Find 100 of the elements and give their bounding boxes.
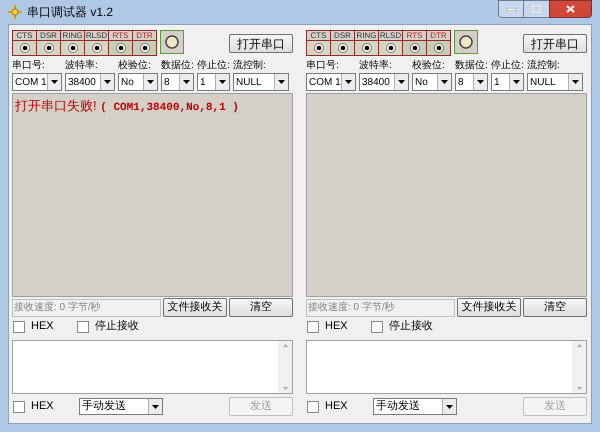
signal-led-icon	[434, 43, 444, 53]
receive-area[interactable]: 打开串口失败! ( COM1,38400,No,8,1 )	[12, 93, 293, 297]
setting-dropdown[interactable]: 38400	[359, 73, 409, 91]
setting-label: 校验位:	[412, 60, 446, 72]
setting-dropdown[interactable]: COM 1	[306, 73, 356, 91]
signal-label: DTR	[133, 31, 156, 40]
checkbox[interactable]	[371, 320, 383, 332]
setting-dropdown[interactable]: No	[412, 73, 452, 91]
signal-label: RLSD	[379, 31, 402, 40]
signal-label: RLSD	[85, 31, 108, 40]
send-text-area[interactable]	[306, 340, 587, 394]
setting-dropdown[interactable]: 1	[491, 73, 524, 91]
dropdown-arrow-button[interactable]	[148, 399, 162, 414]
dropdown-arrow-button[interactable]	[215, 74, 229, 90]
caret-icon	[51, 80, 58, 84]
signal-led-icon	[410, 43, 420, 53]
caret-icon	[446, 404, 453, 408]
setting-label: 停止位:	[491, 60, 524, 72]
setting-label: 流控制:	[233, 60, 267, 72]
signal-label: RING	[61, 31, 84, 40]
dropdown-arrow-button[interactable]	[274, 74, 288, 90]
checkbox[interactable]	[307, 400, 319, 412]
signal-led-icon	[20, 43, 30, 53]
signal-label: CTS	[307, 31, 330, 40]
signal-label: RTS	[403, 31, 426, 40]
status-lamp-icon	[459, 35, 473, 49]
caret-icon	[219, 80, 226, 84]
minimize-icon	[506, 8, 516, 10]
setting-label: 串口号:	[12, 60, 46, 72]
send-text-area[interactable]	[12, 340, 293, 394]
signal-label: CTS	[13, 31, 36, 40]
dropdown-arrow-button[interactable]	[394, 74, 408, 90]
file-receive-button[interactable]: 文件接收关	[457, 298, 521, 317]
open-port-button[interactable]: 打开串口	[229, 34, 293, 53]
signal-led-icon	[362, 43, 372, 53]
checkbox[interactable]	[307, 320, 319, 332]
checkbox-label: 停止接收	[389, 318, 433, 334]
clear-button[interactable]: 清空	[229, 298, 293, 317]
caret-icon	[398, 80, 405, 84]
setting-dropdown[interactable]: COM 1	[12, 73, 62, 91]
dropdown-arrow-button[interactable]	[442, 399, 456, 414]
signal-led-icon	[116, 43, 126, 53]
caret-icon	[477, 80, 484, 84]
caret-icon	[152, 404, 159, 408]
setting-dropdown[interactable]: 1	[197, 73, 230, 91]
setting-label: 波特率:	[65, 60, 99, 72]
signal-label: DSR	[37, 31, 60, 40]
dropdown-arrow-button[interactable]	[100, 74, 114, 90]
dropdown-arrow-button[interactable]	[179, 74, 193, 90]
setting-dropdown[interactable]: NULL	[527, 73, 583, 91]
caret-icon	[572, 80, 579, 84]
dropdown-arrow-button[interactable]	[341, 74, 355, 90]
caret-icon	[441, 80, 448, 84]
signal-led-icon	[92, 43, 102, 53]
checkbox[interactable]	[77, 320, 89, 332]
caret-icon	[147, 80, 154, 84]
setting-dropdown[interactable]: No	[118, 73, 158, 91]
dropdown-arrow-button[interactable]	[473, 74, 487, 90]
window-title: 串口调试器 v1.2	[27, 4, 114, 21]
signal-led-icon	[338, 43, 348, 53]
signal-led-icon	[386, 43, 396, 53]
signal-label: RING	[355, 31, 378, 40]
send-mode-dropdown[interactable]: 手动发送	[79, 398, 163, 415]
receive-speed-text: 接收速度: 0 字节/秒	[12, 298, 161, 316]
maximize-icon	[532, 5, 541, 13]
checkbox-label: 停止接收	[95, 318, 139, 334]
setting-dropdown[interactable]: 8	[455, 73, 488, 91]
clear-button[interactable]: 清空	[523, 298, 587, 317]
caret-icon	[278, 80, 285, 84]
error-message: 打开串口失败! ( COM1,38400,No,8,1 )	[15, 97, 240, 116]
caret-icon	[104, 80, 111, 84]
setting-dropdown[interactable]: 38400	[65, 73, 115, 91]
signal-label: DSR	[331, 31, 354, 40]
setting-label: 串口号:	[306, 60, 340, 72]
signal-label: RTS	[109, 31, 132, 40]
checkbox[interactable]	[13, 320, 25, 332]
receive-speed-text: 接收速度: 0 字节/秒	[306, 298, 455, 316]
close-button[interactable]	[549, 0, 592, 18]
setting-dropdown[interactable]: NULL	[233, 73, 289, 91]
dropdown-arrow-button[interactable]	[509, 74, 523, 90]
caret-icon	[183, 80, 190, 84]
checkbox-label: HEX	[31, 319, 54, 334]
setting-label: 波特率:	[359, 60, 393, 72]
open-port-button[interactable]: 打开串口	[523, 34, 587, 53]
dropdown-arrow-button[interactable]	[143, 74, 157, 90]
dropdown-arrow-button[interactable]	[47, 74, 61, 90]
caret-icon	[345, 80, 352, 84]
dropdown-arrow-button[interactable]	[437, 74, 451, 90]
checkbox[interactable]	[13, 400, 25, 412]
caret-icon	[513, 80, 520, 84]
minimize-button[interactable]	[498, 0, 524, 18]
setting-label: 数据位:	[455, 60, 488, 72]
maximize-button[interactable]	[524, 0, 549, 18]
dropdown-arrow-button[interactable]	[568, 74, 582, 90]
close-icon	[566, 5, 575, 13]
file-receive-button[interactable]: 文件接收关	[163, 298, 227, 317]
send-mode-dropdown[interactable]: 手动发送	[373, 398, 457, 415]
setting-dropdown[interactable]: 8	[161, 73, 194, 91]
setting-label: 校验位:	[118, 60, 152, 72]
signal-led-icon	[68, 43, 78, 53]
